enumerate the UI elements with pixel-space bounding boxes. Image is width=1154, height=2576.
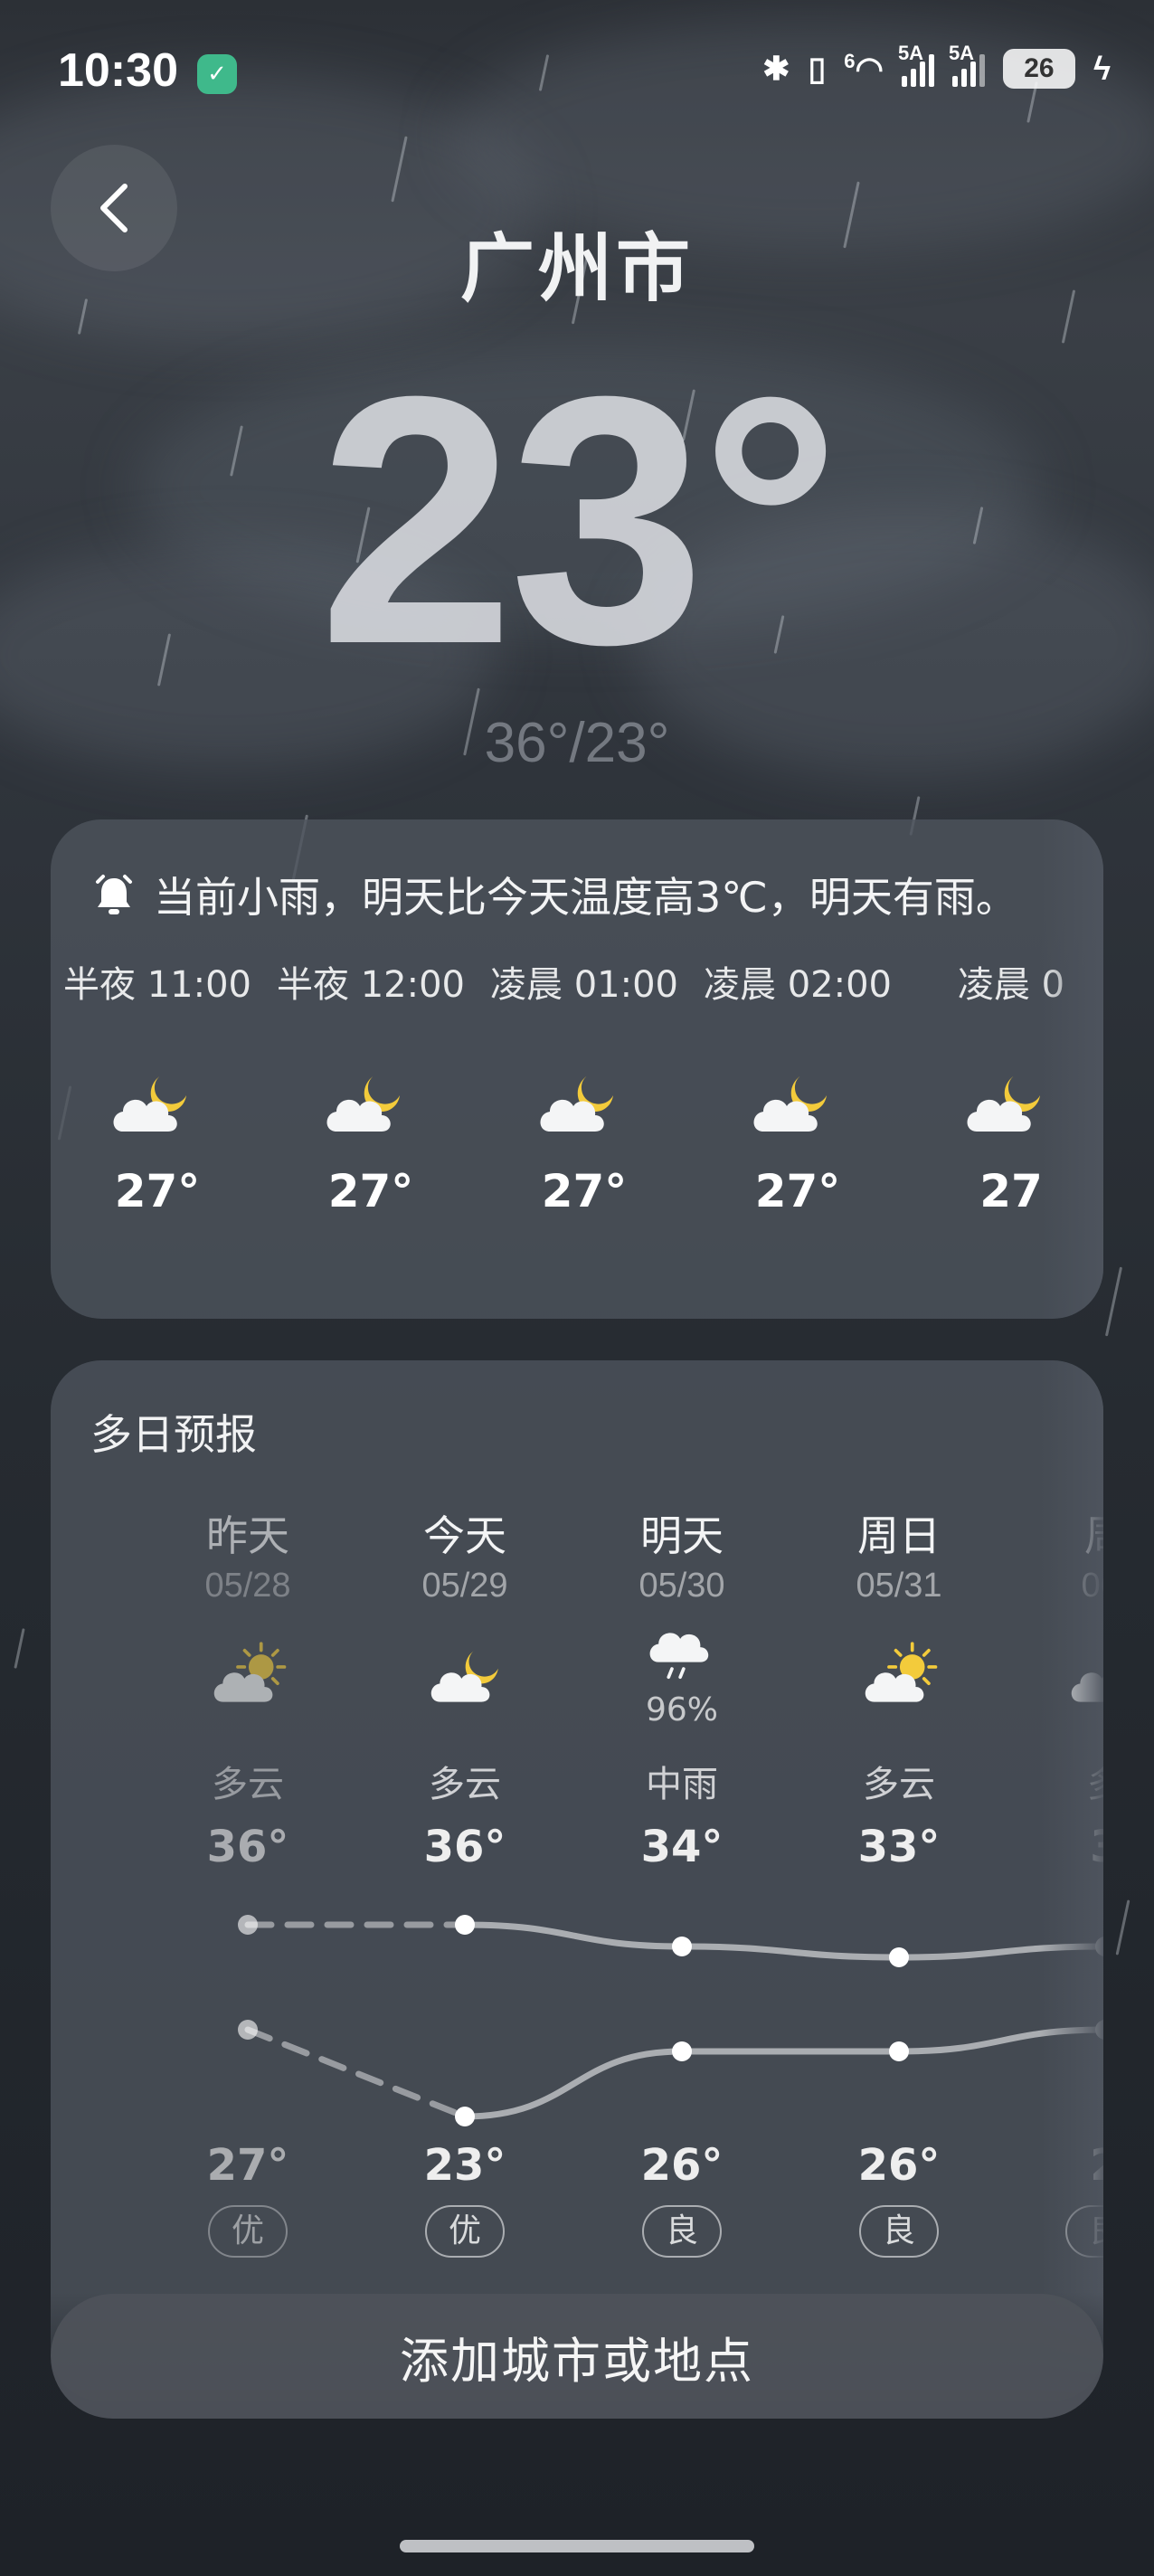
- low-temp-point: [1095, 2020, 1103, 2040]
- air-quality-badge: 良: [859, 2205, 939, 2258]
- day-high-temp: 34°: [640, 1822, 724, 1872]
- hour-label: 凌晨 0: [957, 964, 1065, 1006]
- day-condition: 多云: [863, 1764, 935, 1805]
- hour-temperature: 27: [979, 1165, 1043, 1217]
- status-icons: ✱ ▯ 6◠ 5A 5A 26 ϟ: [762, 42, 1111, 89]
- hour-temperature: 27°: [327, 1165, 414, 1217]
- hour-label: 半夜 11:00: [63, 964, 251, 1006]
- hour-label: 半夜 12:00: [277, 964, 465, 1006]
- hourly-item: 半夜 12:00 27°: [264, 955, 478, 1217]
- low-temp-point: [889, 2041, 909, 2061]
- high-temp-point: [889, 1947, 909, 1967]
- moon-cloud-icon: [1064, 1641, 1103, 1713]
- low-temp-line: [464, 2026, 1103, 2120]
- high-temp-point: [672, 1937, 692, 1956]
- hour-temperature: 27°: [754, 1165, 841, 1217]
- hourly-card: 当前小雨，明天比今天温度高3℃，明天有雨。 半夜 11:00 27° 半夜 12:…: [51, 819, 1103, 1319]
- rain-drop: [1115, 1899, 1130, 1956]
- current-temperature: 23°: [318, 323, 841, 717]
- moon-cloud-icon: [532, 1064, 622, 1145]
- day-name: 周: [1015, 1503, 1103, 1563]
- precipitation-chance: 96%: [645, 1691, 718, 1728]
- low-temp-point: [455, 2107, 475, 2126]
- air-quality-badge: 良: [642, 2205, 722, 2258]
- hour-label: 凌晨 02:00: [704, 964, 892, 1006]
- day-date: 05/29: [421, 1567, 508, 1605]
- day-name: 周日: [857, 1511, 941, 1560]
- battery-icon: 26: [1002, 49, 1075, 89]
- hour-label: 凌晨 01:00: [490, 964, 678, 1006]
- status-time: 10:30: [58, 44, 178, 97]
- bluetooth-icon: ✱: [762, 50, 790, 87]
- day-low-temp: 27°: [206, 2140, 289, 2191]
- high-temp-point: [238, 1915, 258, 1935]
- temperature-range: 36°/23°: [484, 712, 670, 774]
- day-date: 05/31: [856, 1567, 942, 1605]
- high-temp-line: [464, 1921, 1103, 1961]
- rain-cloud-icon: [640, 1623, 724, 1695]
- add-location-button[interactable]: 添加城市或地点: [51, 2294, 1103, 2419]
- sun-cloud-icon: [206, 1641, 289, 1713]
- day-high-temp: 3: [1015, 1822, 1103, 1872]
- charging-icon: ϟ: [1093, 50, 1111, 87]
- wifi-icon: 6◠: [844, 50, 884, 87]
- hourly-list[interactable]: 半夜 11:00 27° 半夜 12:00 27° 凌晨 01:00 27° 凌晨 0…: [51, 955, 1103, 1281]
- rain-drop: [1104, 1266, 1123, 1337]
- high-temp-point: [455, 1915, 475, 1935]
- daily-forecast-card: 多日预报 昨天 05/28 多云 36° 27° 优今天 05/29 多云 36…: [51, 1360, 1103, 2401]
- daily-list[interactable]: 昨天 05/28 多云 36° 27° 优 今天 05/29 多云 36° 23°…: [51, 1360, 1103, 2401]
- vibrate-icon: ▯: [808, 50, 827, 87]
- low-temp-point: [238, 2020, 258, 2040]
- high-temp-point: [1095, 1937, 1103, 1956]
- alert-text: 当前小雨，明天比今天温度高3℃，明天有雨。: [154, 873, 1017, 922]
- security-shield-icon: ✓: [197, 54, 237, 94]
- signal-icon: 5A: [898, 42, 934, 87]
- day-name: 今天: [423, 1511, 506, 1560]
- day-condition: 多云: [429, 1764, 501, 1805]
- alarm-bell-icon: [96, 875, 132, 914]
- hour-temperature: 27°: [114, 1165, 201, 1217]
- sun-cloud-icon: [857, 1641, 941, 1713]
- day-date: 05/30: [638, 1567, 725, 1605]
- air-quality-badge: 优: [425, 2205, 505, 2258]
- moon-cloud-icon: [959, 1064, 1049, 1145]
- day-low-temp: 2: [1015, 2140, 1103, 2191]
- day-low-temp: 26°: [857, 2140, 941, 2191]
- hourly-item: 凌晨 01:00 27°: [478, 955, 691, 1217]
- hourly-item: 凌晨 0 27: [904, 955, 1103, 1217]
- weather-alert: 当前小雨，明天比今天温度高3℃，明天有雨。: [94, 865, 1017, 924]
- home-indicator[interactable]: [400, 2540, 754, 2552]
- signal-icon: 5A: [949, 42, 985, 87]
- hour-temperature: 27°: [541, 1165, 628, 1217]
- day-low-temp: 26°: [640, 2140, 724, 2191]
- day-low-temp: 23°: [423, 2140, 506, 2191]
- day-condition: 多: [1015, 1755, 1103, 1807]
- day-condition: 多云: [212, 1764, 284, 1805]
- day-high-temp: 36°: [423, 1822, 506, 1872]
- moon-cloud-icon: [105, 1064, 195, 1145]
- day-high-temp: 36°: [206, 1822, 289, 1872]
- rain-drop: [14, 1628, 25, 1669]
- air-quality-badge: 优: [208, 2205, 288, 2258]
- moon-cloud-icon: [318, 1064, 409, 1145]
- day-high-temp: 33°: [857, 1822, 941, 1872]
- low-temp-line-past: [244, 2026, 468, 2120]
- low-temp-point: [672, 2041, 692, 2061]
- day-name: 昨天: [206, 1511, 289, 1560]
- hourly-item: 凌晨 02:00 27°: [691, 955, 904, 1217]
- day-condition: 中雨: [646, 1764, 718, 1805]
- day-date: 06/: [1081, 1567, 1103, 1605]
- city-name: 广州市: [459, 226, 694, 312]
- hourly-item: 半夜 11:00 27°: [51, 955, 264, 1217]
- moon-cloud-icon: [423, 1641, 506, 1713]
- moon-cloud-icon: [745, 1064, 836, 1145]
- day-date: 05/28: [204, 1567, 291, 1605]
- day-name: 明天: [640, 1511, 724, 1560]
- status-bar: 10:30 ✓ ✱ ▯ 6◠ 5A 5A 26 ϟ: [0, 0, 1154, 145]
